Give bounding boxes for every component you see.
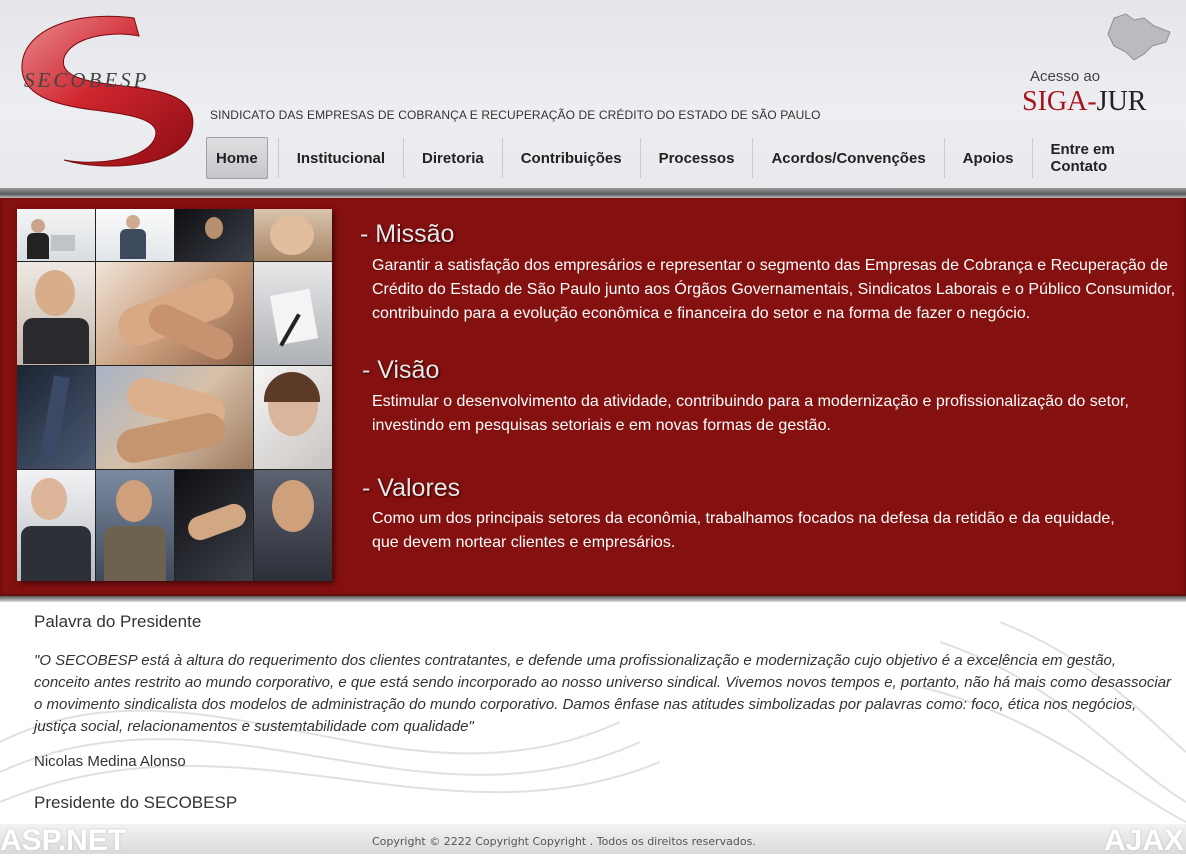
photo-tile xyxy=(96,470,174,581)
logo-text: SECOBESP xyxy=(24,68,150,92)
photo-tile xyxy=(17,366,95,469)
main-navigation: Home Institucional Diretoria Contribuiçõ… xyxy=(206,136,1186,180)
valores-title: - Valores xyxy=(362,474,461,502)
sao-paulo-map-icon[interactable] xyxy=(1104,12,1172,62)
organization-subtitle: SINDICATO DAS EMPRESAS DE COBRANÇA E REC… xyxy=(210,108,821,122)
president-section: Palavra do Presidente "O SECOBESP está à… xyxy=(0,602,1186,824)
nav-acordos-convencoes[interactable]: Acordos/Convenções xyxy=(752,138,943,178)
palavra-do-presidente-title: Palavra do Presidente xyxy=(34,612,202,631)
missao-title: - Missão xyxy=(360,220,455,248)
business-photo-collage xyxy=(17,209,332,581)
photo-tile xyxy=(96,209,174,261)
visao-title: - Visão xyxy=(362,356,440,384)
siga-logo-left: SIGA- xyxy=(1022,86,1097,117)
photo-tile xyxy=(17,262,95,365)
photo-tile xyxy=(254,209,332,261)
president-quote: "O SECOBESP está à altura do requeriment… xyxy=(34,652,1172,735)
photo-tile xyxy=(175,209,253,261)
aspnet-badge: ASP.NET xyxy=(0,824,127,857)
copyright-text: Copyright © 2222 Copyright Copyright . T… xyxy=(372,835,756,848)
photo-tile xyxy=(175,470,253,581)
photo-tile xyxy=(17,209,95,261)
president-role: Presidente do SECOBESP xyxy=(34,793,238,812)
site-header: SECOBESP SINDICATO DAS EMPRESAS DE COBRA… xyxy=(0,0,1186,190)
siga-jur-access-label[interactable]: Acesso ao xyxy=(1030,68,1100,85)
ajax-badge: AJAX xyxy=(1103,824,1184,857)
photo-tile-handshake xyxy=(96,262,253,365)
visao-text: Estimular o desenvolvimento da atividade… xyxy=(372,393,1129,434)
missao-text: Garantir a satisfação dos empresários e … xyxy=(372,257,1176,322)
nav-institucional[interactable]: Institucional xyxy=(277,138,403,178)
siga-logo-right: JUR xyxy=(1096,86,1147,117)
siga-jur-logo[interactable]: SIGA-JUR xyxy=(1022,86,1146,118)
nav-contribuicoes[interactable]: Contribuições xyxy=(501,138,640,178)
photo-tile-hands xyxy=(96,366,253,469)
nav-entre-em-contato[interactable]: Entre em Contato xyxy=(1031,138,1186,178)
header-divider xyxy=(0,188,1186,198)
nav-processos[interactable]: Processos xyxy=(639,138,753,178)
valores-text: Como um dos principais setores da econôm… xyxy=(372,510,1115,551)
photo-tile xyxy=(254,366,332,469)
photo-tile xyxy=(254,470,332,581)
nav-home[interactable]: Home xyxy=(206,137,268,179)
president-name: Nicolas Medina Alonso xyxy=(34,753,186,770)
nav-diretoria[interactable]: Diretoria xyxy=(403,138,502,178)
photo-tile xyxy=(254,262,332,365)
photo-tile xyxy=(17,470,95,581)
nav-apoios[interactable]: Apoios xyxy=(943,138,1032,178)
